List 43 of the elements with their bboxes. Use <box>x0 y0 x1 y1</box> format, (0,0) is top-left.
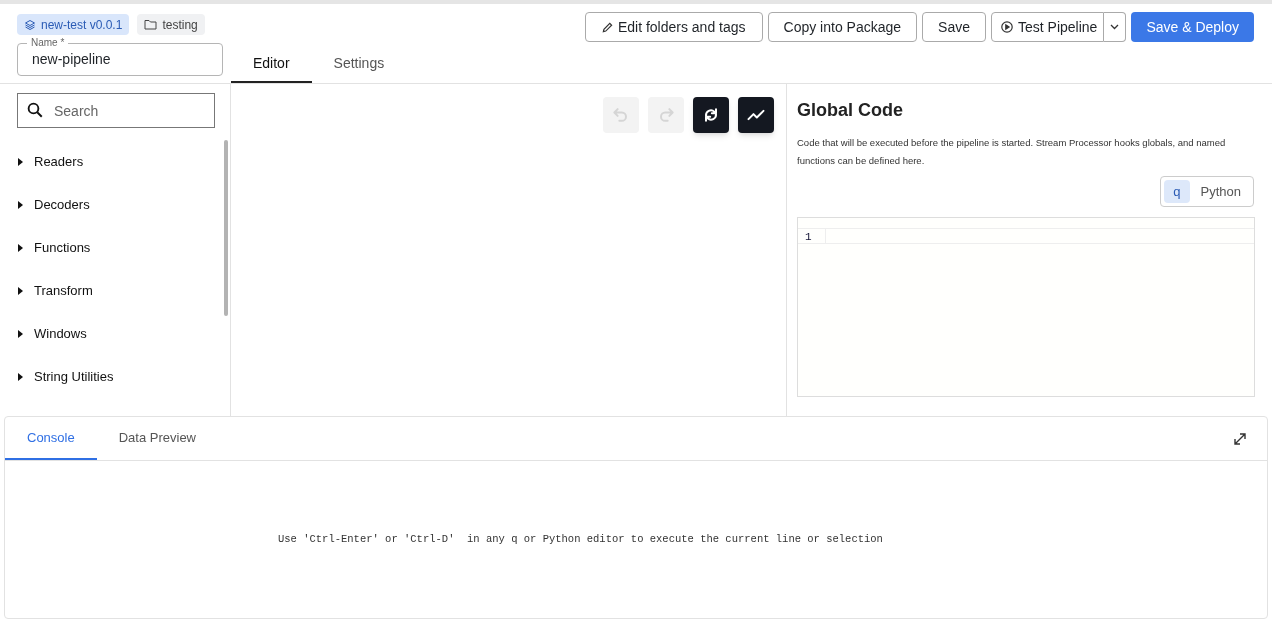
action-button[interactable]: Copy into Package <box>767 12 918 42</box>
tree-item[interactable]: Decoders <box>0 183 230 226</box>
field-label: Name * <box>27 38 69 48</box>
tree-item[interactable]: String Utilities <box>0 355 230 398</box>
caret-icon <box>18 157 23 166</box>
caret-icon <box>18 243 23 252</box>
layers-icon <box>24 18 36 31</box>
tree-item[interactable]: Readers <box>0 140 230 183</box>
tree-item[interactable]: Functions <box>0 226 230 269</box>
folder-chip[interactable]: testing <box>137 14 205 35</box>
deploy-button[interactable]: Save & Deploy <box>1131 12 1254 42</box>
edit-button[interactable]: Edit folders and tags <box>584 12 763 42</box>
tab[interactable]: Editor <box>231 46 312 83</box>
package-chip[interactable]: new-test v0.0.1 <box>17 14 130 35</box>
action-button[interactable]: Save <box>922 12 986 42</box>
language-option[interactable]: Python <box>1191 180 1250 203</box>
pencil-icon <box>601 21 613 33</box>
folder-icon <box>144 19 158 30</box>
dropdown-button[interactable] <box>1104 12 1127 42</box>
tab[interactable]: Settings <box>311 46 407 83</box>
caret-icon <box>18 286 23 295</box>
caret-icon <box>18 329 23 338</box>
search-field[interactable]: Search <box>17 93 215 128</box>
search-icon <box>26 101 44 119</box>
line-number: 1 <box>798 229 826 243</box>
tree-item[interactable]: Transform <box>0 269 230 312</box>
test-pipeline-button[interactable]: Test Pipeline <box>991 12 1105 42</box>
play-icon <box>1001 21 1013 33</box>
panel-title: Global Code <box>797 99 904 122</box>
caret-icon <box>1110 24 1120 30</box>
tree-item[interactable]: Windows <box>0 312 230 355</box>
console-message: Use 'Ctrl-Enter' or 'Ctrl-D' in any q or Python editor to execute the current line or selection <box>278 531 883 547</box>
chart-button[interactable] <box>738 97 774 133</box>
description-text: Code that will be executed before the pipeline is started. Stream Processor hooks globals, and named functions can be defined here. <box>797 136 1227 168</box>
scrollbar[interactable] <box>224 140 228 316</box>
refresh-button[interactable] <box>693 97 729 133</box>
caret-icon <box>18 200 23 209</box>
language-option[interactable]: q <box>1164 180 1190 203</box>
console-tab[interactable]: Console <box>5 417 97 460</box>
code-editor[interactable]: 1 <box>797 217 1255 397</box>
expand-icon[interactable] <box>1233 431 1247 446</box>
caret-icon <box>18 372 23 381</box>
console-tab[interactable]: Data Preview <box>96 417 218 460</box>
